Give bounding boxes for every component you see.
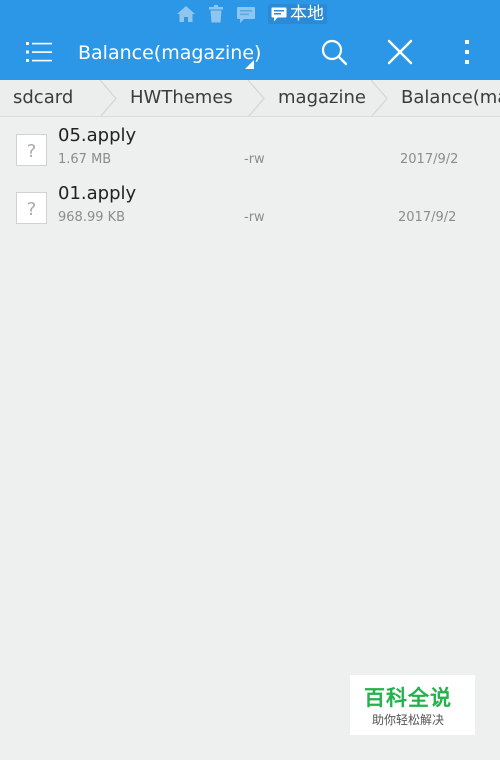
status-chip: 本地	[268, 4, 327, 24]
search-button[interactable]	[312, 28, 356, 80]
file-date: 2017/9/2	[400, 152, 459, 167]
title-dropdown-indicator	[245, 60, 254, 69]
trash-icon	[208, 5, 224, 23]
menu-list-icon	[25, 40, 53, 68]
svg-text:?: ?	[27, 141, 37, 162]
svg-text:?: ?	[27, 199, 37, 220]
home-icon	[176, 5, 196, 23]
toolbar: Balance(magazine)	[0, 28, 500, 80]
file-row[interactable]: ? 01.apply 968.99 KB -rw 2017/9/2	[0, 180, 500, 238]
watermark-logo: 百科全说 助你轻松解决	[350, 675, 475, 735]
message-icon	[236, 5, 256, 23]
file-name: 01.apply	[58, 183, 137, 204]
toolbar-title[interactable]: Balance(magazine)	[78, 38, 261, 68]
watermark-subtitle: 助你轻松解决	[372, 713, 445, 727]
file-size: 1.67 MB	[58, 152, 112, 167]
breadcrumb: sdcard HWThemes magazine Balance(ma	[0, 80, 500, 117]
close-icon	[387, 39, 413, 69]
file-name: 05.apply	[58, 125, 137, 146]
breadcrumb-separator	[370, 80, 388, 116]
file-row[interactable]: ? 05.apply 1.67 MB -rw 2017/9/2	[0, 122, 500, 180]
status-icons: 本地	[176, 4, 327, 24]
file-permissions: -rw	[244, 210, 265, 225]
breadcrumb-separator	[99, 80, 117, 116]
breadcrumb-item-hwthemes[interactable]: HWThemes	[130, 80, 233, 116]
more-vertical-icon	[464, 39, 470, 69]
status-bar: 本地	[0, 0, 500, 28]
breadcrumb-item-sdcard[interactable]: sdcard	[13, 80, 73, 116]
more-button[interactable]	[450, 28, 484, 80]
unknown-file-icon: ?	[16, 192, 47, 224]
close-button[interactable]	[378, 28, 422, 80]
file-size: 968.99 KB	[58, 210, 126, 225]
breadcrumb-item-magazine[interactable]: magazine	[278, 80, 366, 116]
breadcrumb-separator	[247, 80, 265, 116]
chat-bubble-icon	[271, 7, 287, 22]
menu-button[interactable]	[18, 28, 60, 80]
unknown-file-icon: ?	[16, 134, 47, 166]
watermark-title: 百科全说	[364, 686, 452, 710]
search-icon	[320, 38, 348, 70]
file-permissions: -rw	[244, 152, 265, 167]
status-label: 本地	[290, 4, 324, 24]
breadcrumb-item-balance[interactable]: Balance(ma	[401, 80, 500, 116]
file-date: 2017/9/2	[398, 210, 457, 225]
